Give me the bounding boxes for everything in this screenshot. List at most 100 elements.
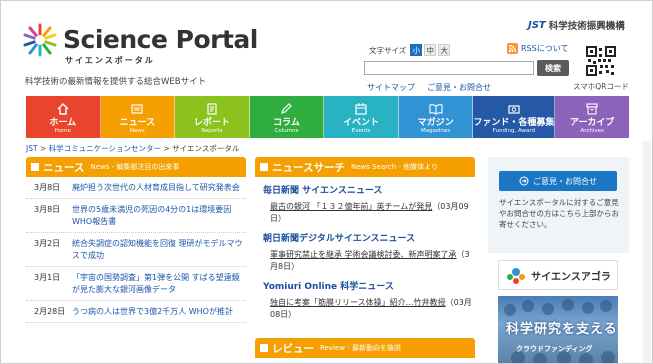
nav-label: アーカイブ	[569, 118, 615, 128]
contact-button-label: ご意見・お問合せ	[533, 176, 597, 186]
news-search-item: 軍事研究禁止を継承 学術会議検討委、新声明案了承（3月8日）	[270, 249, 475, 273]
book-icon	[429, 104, 443, 115]
nav-sublabel: Home	[54, 128, 71, 134]
square-bullet-icon	[260, 163, 268, 171]
breadcrumb-separator: >	[163, 144, 170, 153]
news-search-section: ニュースサーチ News Search - 他媒体より 毎日新聞 サイエンスニュ…	[255, 157, 475, 363]
font-size-large-button[interactable]: 大	[438, 44, 451, 56]
right-sidebar: ご意見・お問合せ サイエンスポータルに対するご意見やお問合せの方はこちら上部から…	[488, 157, 629, 363]
news-header[interactable]: ニュース News - 編集部注目の出来事	[26, 157, 246, 177]
review-title: レビュー	[272, 342, 314, 355]
font-size-selector: 文字サイズ 小 中 大	[369, 44, 451, 56]
nav-label: マガジン	[417, 118, 454, 128]
jst-logo[interactable]: JST 科学技術振興機構	[528, 18, 625, 33]
news-item: 2月28日 うつ病の人は世界で3億2千万人 WHOが推計	[26, 301, 246, 323]
nav-label: レポート	[193, 118, 230, 128]
news-item: 3月8日 世界の5歳未満児の死因の4分の1は環境要因 WHO報告書	[26, 199, 246, 233]
news-item: 3月1日 「宇宙の国勢調査」第1弾を公開 すばる望遠鏡が見た膨大な銀河画像データ	[26, 267, 246, 301]
news-search-link[interactable]: 最古の銀河 「１３２億年前」英チームが発見	[270, 202, 432, 211]
science-agora-logo-icon	[507, 268, 526, 284]
news-date: 3月8日	[34, 205, 61, 214]
square-bullet-icon	[31, 163, 39, 171]
sitemap-link[interactable]: サイトマップ	[367, 82, 415, 93]
news-subtitle: News - 編集部注目の出来事	[90, 163, 180, 171]
nav-label: イベント	[343, 118, 380, 128]
report-icon	[207, 103, 217, 115]
rss-icon	[507, 43, 518, 54]
news-link[interactable]: 「宇宙の国勢調査」第1弾を公開 すばる望遠鏡が見た膨大な銀河画像データ	[72, 272, 246, 296]
nav-sublabel: Magazines	[421, 128, 451, 134]
breadcrumb-separator: >	[39, 144, 47, 153]
news-source-yomiuri[interactable]: Yomiuri Online 科学ニュース	[263, 279, 475, 292]
nav-sublabel: Events	[351, 128, 371, 134]
contact-text: サイエンスポータルに対するご意見やお問合せの方はこちら上部からお寄せください。	[499, 198, 619, 229]
news-date: 3月2日	[34, 239, 61, 248]
science-agora-text: サイエンスアゴラ	[531, 271, 611, 283]
breadcrumb-center[interactable]: 科学コミュニケーションセンター	[49, 144, 161, 153]
news-source-mainichi[interactable]: 毎日新聞 サイエンスニュース	[263, 183, 475, 196]
news-title: ニュース	[43, 161, 85, 174]
fund-icon	[508, 105, 520, 114]
crowdfunding-subtitle: クラウドファンディング	[516, 345, 593, 353]
pencil-icon	[281, 103, 293, 114]
event-icon	[355, 103, 367, 115]
font-size-medium-button[interactable]: 中	[424, 44, 437, 56]
news-link[interactable]: うつ病の人は世界で3億2千万人 WHOが推計	[72, 306, 233, 318]
arrow-burst-icon	[519, 176, 529, 186]
news-link[interactable]: 世界の5歳未満児の死因の4分の1は環境要因 WHO報告書	[72, 204, 246, 228]
breadcrumb-jst[interactable]: JST	[26, 144, 38, 153]
news-search-header[interactable]: ニュースサーチ News Search - 他媒体より	[255, 157, 475, 177]
breadcrumb-current: サイエンスポータル	[172, 144, 240, 153]
nav-label: ファンド・各種募集	[473, 118, 555, 128]
news-date: 3月8日	[34, 183, 61, 192]
contact-button[interactable]: ご意見・お問合せ	[499, 171, 617, 191]
scrollbar[interactable]	[643, 141, 651, 363]
nav-sublabel: Archives	[580, 128, 604, 134]
review-subtitle: Review - 最新動向を論説	[320, 344, 401, 352]
crowdfunding-banner[interactable]: 科学研究を支える クラウドファンディング	[498, 296, 618, 363]
logo-text[interactable]: Science Portal	[63, 25, 258, 54]
review-header[interactable]: レビュー Review - 最新動向を論説	[255, 338, 475, 358]
nav-item-news[interactable]: ニュース News	[100, 96, 176, 138]
nav-item-home[interactable]: ホーム Home	[26, 96, 101, 138]
nav-item-columns[interactable]: コラム Columns	[249, 96, 325, 138]
news-search-item: 独自に考案「筋膜リリース体操」紹介…竹井教授（03月08日）	[270, 297, 475, 321]
home-icon	[57, 103, 69, 115]
breadcrumb: JST > 科学コミュニケーションセンター > サイエンスポータル	[26, 143, 239, 154]
nav-sublabel: Columns	[274, 128, 299, 134]
square-bullet-icon	[260, 344, 268, 352]
nav-item-events[interactable]: イベント Events	[324, 96, 399, 138]
nav-sublabel: Reports	[201, 128, 223, 134]
qr-label: スマホQRコード	[573, 82, 629, 91]
news-section: ニュース News - 編集部注目の出来事 3月8日 廃炉担う次世代の人材育成目…	[26, 157, 246, 363]
contact-link[interactable]: ご意見・お問合せ	[427, 82, 491, 93]
science-agora-banner[interactable]: サイエンスアゴラ	[498, 260, 618, 290]
nav-item-reports[interactable]: レポート Reports	[175, 96, 250, 138]
nav-item-funding[interactable]: ファンド・各種募集 Funding, Award	[473, 96, 556, 138]
news-search-subtitle: News Search - 他媒体より	[350, 163, 439, 171]
news-item: 3月2日 統合失調症の認知機能を回復 理研がモデルマウスで成功	[26, 233, 246, 267]
nav-item-archives[interactable]: アーカイブ Archives	[555, 96, 629, 138]
archive-icon	[586, 103, 598, 115]
news-source-asahi[interactable]: 朝日新聞デジタルサイエンスニュース	[263, 231, 475, 244]
rss-link[interactable]: RSSについて	[507, 43, 568, 54]
news-link[interactable]: 統合失調症の認知機能を回復 理研がモデルマウスで成功	[72, 238, 246, 262]
search-input[interactable]	[364, 61, 534, 75]
news-search-title: ニュースサーチ	[272, 161, 345, 174]
tagline: 科学技術の最新情報を提供する総合WEBサイト	[25, 77, 207, 87]
news-link[interactable]: 廃炉担う次世代の人材育成目指して研究発表会	[72, 182, 240, 194]
page: Science Portal サイエンスポータル 科学技術の最新情報を提供する総…	[0, 0, 653, 364]
news-search-link[interactable]: 独自に考案「筋膜リリース体操」紹介…竹井教授	[270, 298, 446, 307]
news-item: 3月8日 廃炉担う次世代の人材育成目指して研究発表会	[26, 177, 246, 199]
rss-label: RSSについて	[521, 44, 569, 53]
news-icon	[131, 104, 143, 114]
font-size-small-button[interactable]: 小	[410, 44, 423, 56]
nav-sublabel: Funding, Award	[492, 128, 536, 134]
nav-label: ニュース	[119, 118, 156, 128]
font-size-label: 文字サイズ	[369, 45, 407, 55]
nav-item-magazines[interactable]: マガジン Magazines	[398, 96, 474, 138]
nav-label: ホーム	[49, 118, 77, 128]
qr-code-icon	[586, 46, 616, 76]
news-search-link[interactable]: 軍事研究禁止を継承 学術会議検討委、新声明案了承	[270, 250, 457, 259]
search-button[interactable]: 検索	[537, 60, 569, 76]
